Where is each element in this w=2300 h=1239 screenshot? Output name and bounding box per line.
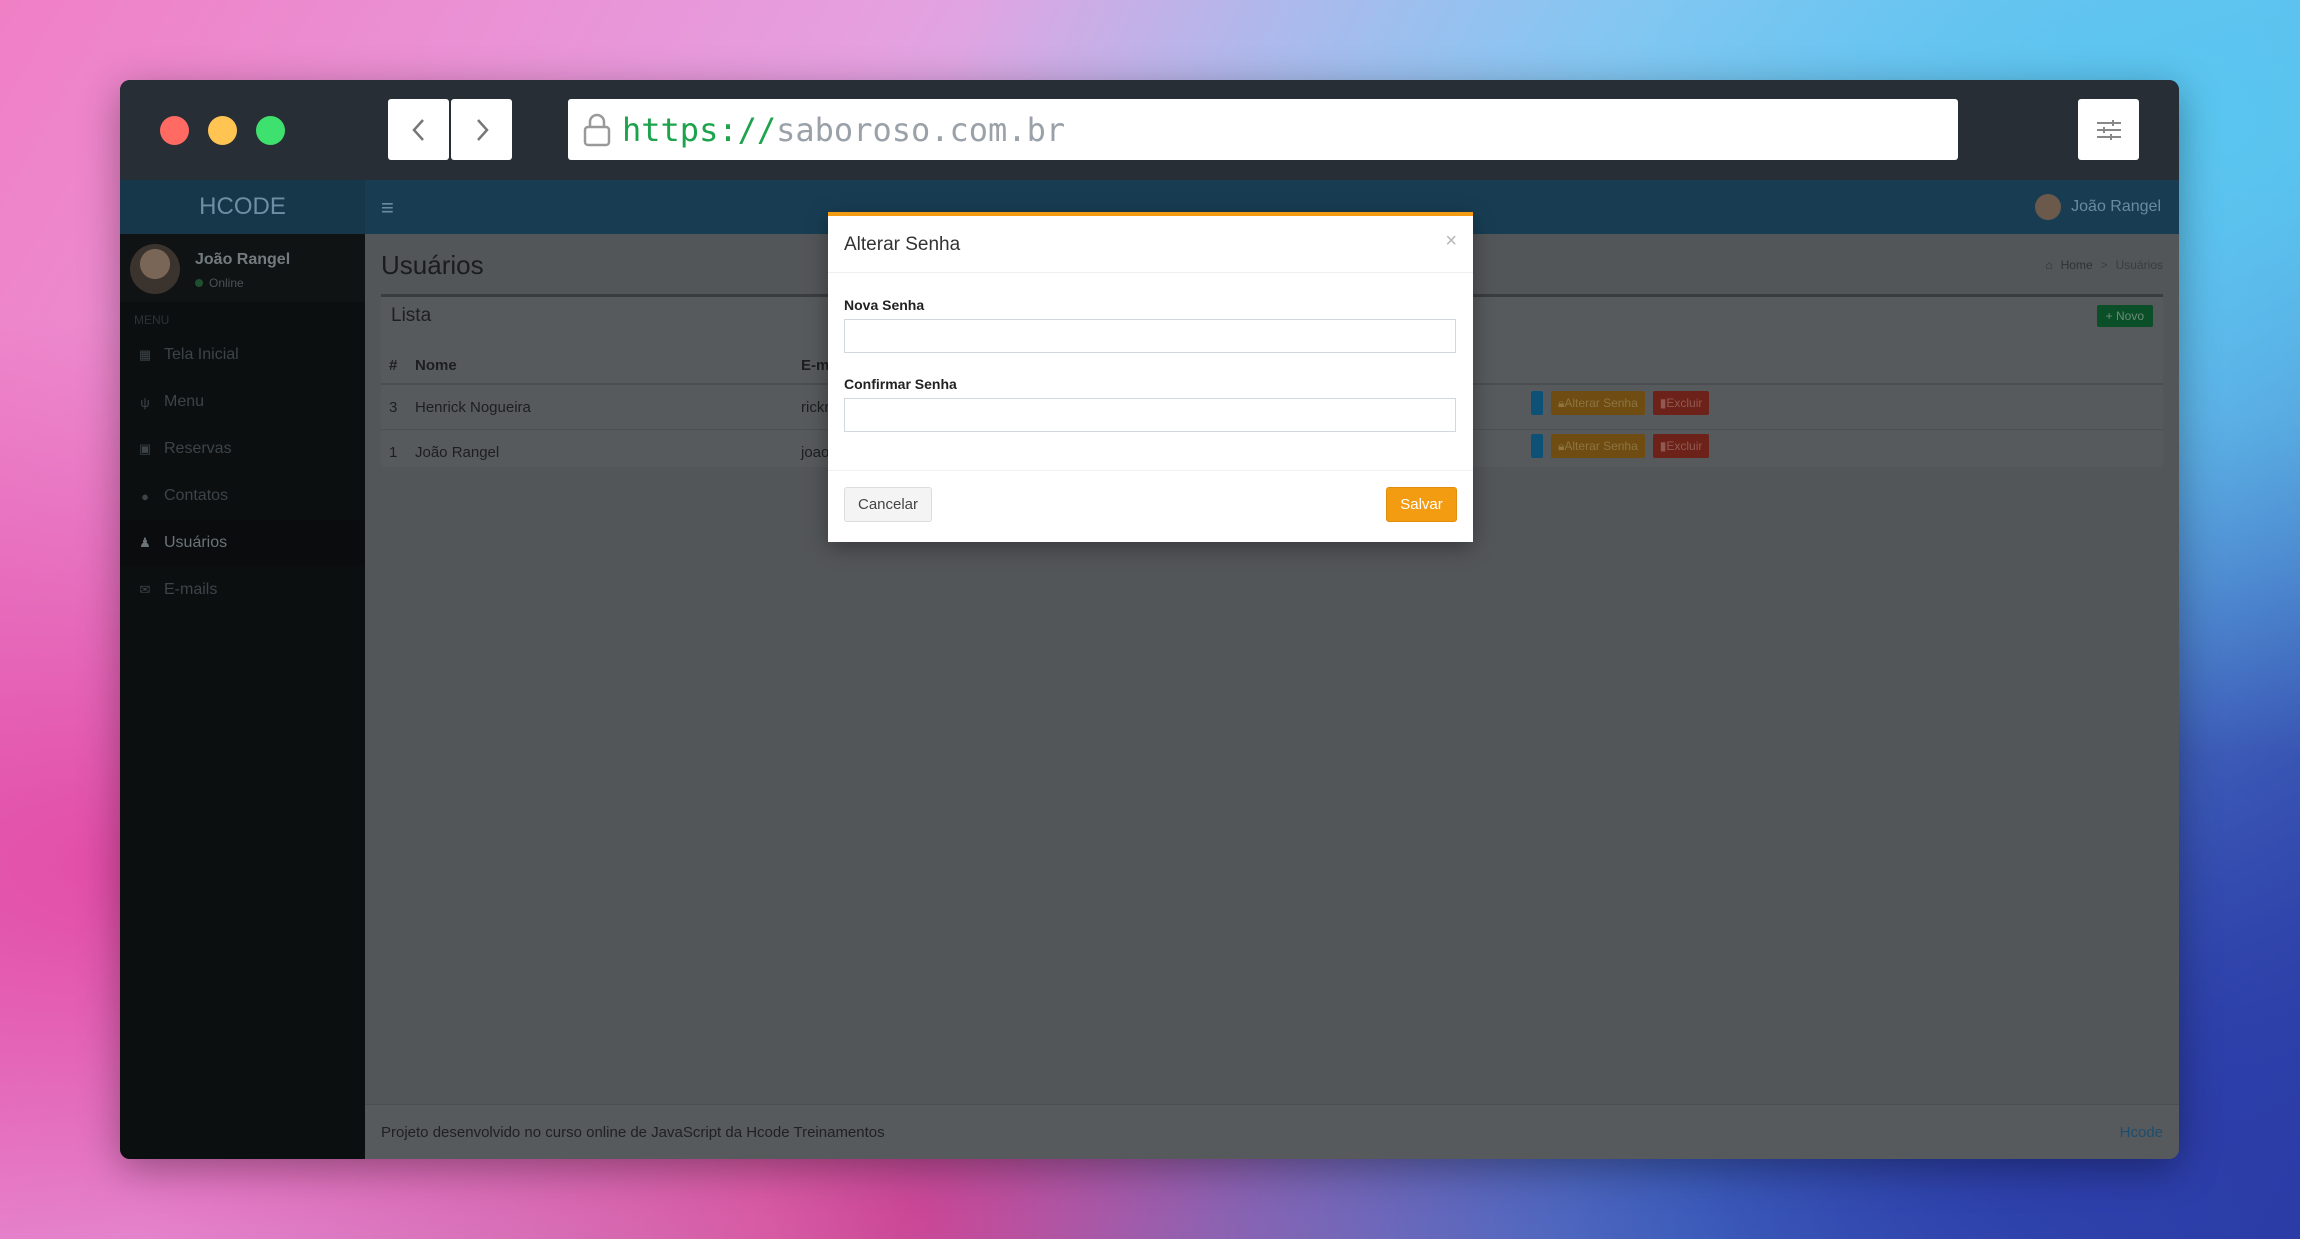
envelope-icon: ✉ (139, 582, 151, 597)
cell-id: 3 (381, 383, 414, 430)
cell-name: João Rangel (414, 429, 800, 474)
delete-button[interactable]: ▮ Excluir (1652, 434, 1710, 458)
address-bar[interactable]: https://saboroso.com.br (568, 99, 1958, 160)
logo[interactable]: HCODE (120, 180, 365, 234)
user-name: João Rangel (195, 251, 291, 268)
box-title: Lista (391, 305, 432, 326)
row-actions: 🔒︎ Alterar Senha ▮ Excluir (1531, 391, 1710, 415)
breadcrumb-current: Usuários (2115, 258, 2163, 272)
cell-id: 1 (381, 429, 414, 474)
sidebar-item-menu[interactable]: ψ Menu (120, 379, 365, 425)
close-window-button[interactable] (160, 116, 189, 145)
settings-button[interactable] (2078, 99, 2139, 160)
back-button[interactable] (388, 99, 449, 160)
delete-button[interactable]: ▮ Excluir (1652, 391, 1710, 415)
alter-password-button[interactable]: 🔒︎ Alterar Senha (1551, 391, 1645, 415)
minimize-window-button[interactable] (208, 116, 237, 145)
footer-link[interactable]: Hcode (2120, 1124, 2163, 1141)
user-status: Online (195, 276, 244, 290)
column-header-nome: Nome (414, 347, 800, 385)
url-text: https://saboroso.com.br (622, 110, 1066, 149)
sidebar-item-reservas[interactable]: ▣ Reservas (120, 426, 365, 472)
breadcrumb-home[interactable]: Home (2061, 258, 2093, 272)
row-actions: 🔒︎ Alterar Senha ▮ Excluir (1531, 434, 1710, 458)
breadcrumb: ⌂ Home > Usuários (2045, 258, 2163, 272)
maximize-window-button[interactable] (256, 116, 285, 145)
avatar (2035, 194, 2062, 220)
status-dot-icon (195, 279, 203, 287)
comments-icon: ● (141, 488, 149, 504)
new-password-field[interactable] (844, 319, 1456, 353)
modal-divider (828, 272, 1473, 273)
sidebar-item-tela-inicial[interactable]: ▦ Tela Inicial (120, 332, 365, 378)
lock-icon (583, 113, 611, 146)
sidebar-item-usuarios[interactable]: ♟ Usuários (120, 520, 365, 566)
alter-password-button[interactable]: 🔒︎ Alterar Senha (1551, 434, 1645, 458)
users-icon: ♟ (139, 535, 151, 550)
new-password-label: Nova Senha (844, 297, 925, 313)
cell-name: Henrick Nogueira (414, 383, 800, 430)
chevron-left-icon (411, 118, 424, 141)
modal-title: Alterar Senha (844, 234, 961, 255)
footer-text: Projeto desenvolvido no curso online de … (381, 1124, 885, 1141)
edit-button[interactable] (1531, 391, 1543, 415)
sliders-icon (2096, 119, 2121, 140)
dashboard-icon: ▦ (138, 347, 152, 362)
avatar (130, 244, 180, 294)
cutlery-icon: ψ (140, 394, 150, 410)
confirm-password-label: Confirmar Senha (844, 376, 957, 392)
menu-header: MENU (134, 313, 170, 327)
trash-icon: ▮ (1659, 396, 1667, 410)
calendar-icon: ▣ (138, 441, 152, 456)
close-icon[interactable]: × (1445, 230, 1457, 253)
change-password-modal: Alterar Senha × Nova Senha Confirmar Sen… (828, 212, 1473, 542)
user-panel: João Rangel Online (120, 234, 365, 302)
user-menu[interactable]: João Rangel (2035, 194, 2161, 220)
forward-button[interactable] (451, 99, 512, 160)
topbar-user-name: João Rangel (2071, 198, 2161, 215)
sidebar-item-emails[interactable]: ✉ E-mails (120, 567, 365, 613)
chevron-right-icon (476, 118, 489, 141)
save-button[interactable]: Salvar (1386, 487, 1457, 522)
browser-chrome: https://saboroso.com.br (120, 80, 2179, 180)
modal-divider (828, 470, 1473, 471)
sidebar-toggle-icon[interactable]: ≡ (381, 195, 394, 221)
edit-button[interactable] (1531, 434, 1543, 458)
column-header-id: # (381, 347, 414, 385)
trash-icon: ▮ (1659, 439, 1667, 453)
breadcrumb-separator: > (2100, 258, 2108, 272)
cancel-button[interactable]: Cancelar (844, 487, 932, 522)
home-icon: ⌂ (2045, 258, 2053, 272)
confirm-password-field[interactable] (844, 398, 1456, 432)
main-footer: Projeto desenvolvido no curso online de … (365, 1104, 2179, 1159)
sidebar: João Rangel Online MENU ▦ Tela Inicial ψM… (120, 234, 365, 1159)
sidebar-item-contatos[interactable]: ● Contatos (120, 473, 365, 519)
page-title: Usuários (381, 250, 484, 280)
new-user-button[interactable]: + Novo (2096, 305, 2153, 327)
